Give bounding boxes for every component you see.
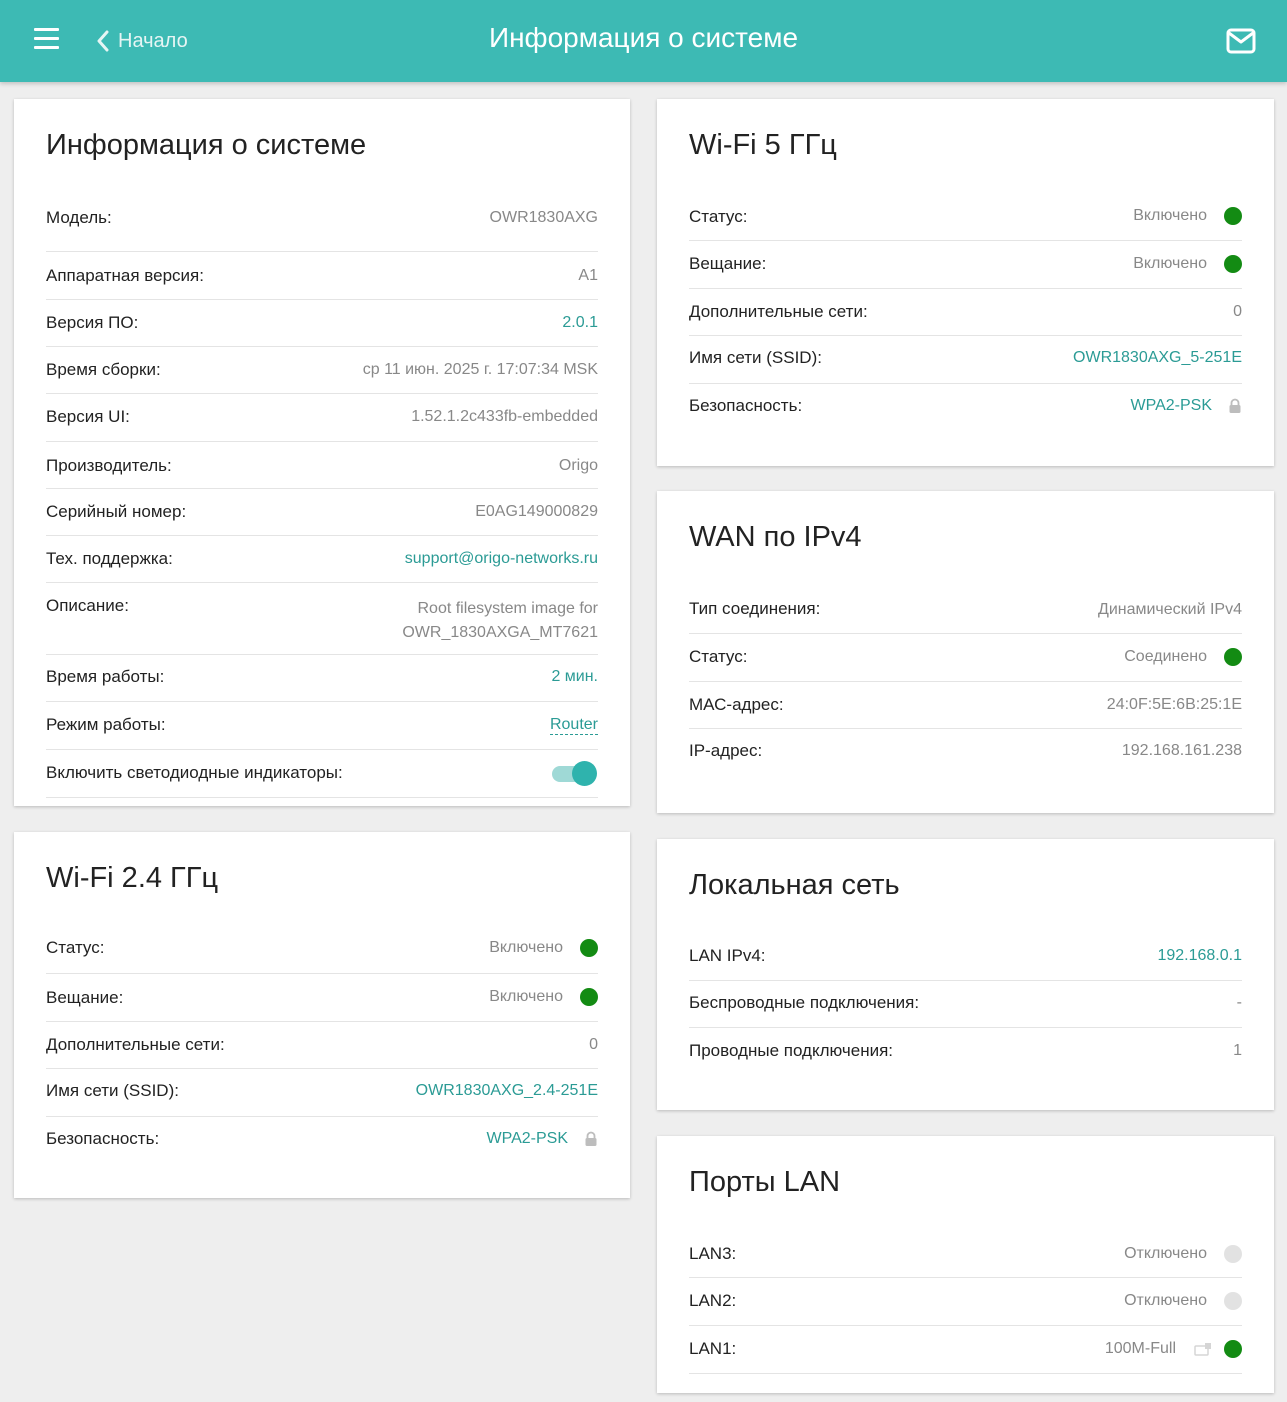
row-wifi24-status: Статус: Включено [46, 938, 598, 974]
row-support: Тех. поддержка: support@origo-networks.r… [46, 536, 598, 583]
page-title: Информация о системе [488, 22, 799, 53]
lock-icon [1229, 398, 1241, 413]
row-hw-version: Аппаратная версия: A1 [46, 252, 598, 300]
support-email-link[interactable]: support@origo-networks.ru [405, 550, 598, 568]
row-description: Описание: Root filesystem image for OWR_… [46, 583, 598, 655]
port-off-indicator [1224, 1245, 1242, 1263]
row-lan-ipv4: LAN IPv4: 192.168.0.1 [689, 945, 1242, 981]
row-lan-wireless: Беспроводные подключения: - [689, 981, 1242, 1028]
row-wan-ip: IP-адрес: 192.168.161.238 [689, 741, 1242, 760]
lan-list: LAN IPv4: 192.168.0.1 Беспроводные подкл… [689, 945, 1242, 1072]
row-serial: Серийный номер: E0AG149000829 [46, 489, 598, 536]
wifi-24-card: Wi-Fi 2.4 ГГц Статус: Включено Вещание: … [14, 832, 630, 1198]
wifi24-security-link[interactable]: WPA2-PSK [487, 1130, 569, 1148]
status-on-indicator [580, 939, 598, 957]
ethernet-port-icon [1194, 1343, 1211, 1356]
broadcast-on-indicator [580, 988, 598, 1006]
connected-indicator [1224, 648, 1242, 666]
port-on-indicator [1224, 1340, 1242, 1358]
card-title: Порты LAN [689, 1166, 841, 1198]
row-lan-wired: Проводные подключения: 1 [689, 1041, 1242, 1060]
mail-icon[interactable] [1226, 28, 1256, 54]
row-wifi5-broadcast: Вещание: Включено [689, 241, 1242, 289]
row-wifi5-status: Статус: Включено [689, 205, 1242, 241]
broadcast-on-indicator [1224, 255, 1242, 273]
firmware-version-link[interactable]: 2.0.1 [562, 314, 598, 332]
row-port-lan2: LAN2: Отключено [689, 1278, 1242, 1326]
card-title: Локальная сеть [689, 869, 900, 901]
lan-card: Локальная сеть LAN IPv4: 192.168.0.1 Бес… [657, 839, 1274, 1110]
port-off-indicator [1224, 1292, 1242, 1310]
row-port-lan3: LAN3: Отключено [689, 1242, 1242, 1278]
wan-card: WAN по IPv4 Тип соединения: Динамический… [657, 491, 1274, 813]
row-wifi24-broadcast: Вещание: Включено [46, 974, 598, 1022]
operation-mode-link[interactable]: Router [549, 716, 598, 735]
row-wan-type: Тип соединения: Динамический IPv4 [689, 599, 1242, 634]
row-wan-status: Статус: Соединено [689, 634, 1242, 682]
lock-icon [585, 1131, 597, 1146]
card-title: WAN по IPv4 [689, 521, 862, 553]
row-manufacturer: Производитель: Origo [46, 442, 598, 489]
row-build-time: Время сборки: ср 11 июн. 2025 г. 17:07:3… [46, 347, 598, 394]
row-wifi24-ssid: Имя сети (SSID): OWR1830AXG_2.4-251E [46, 1069, 598, 1117]
system-info-card: Информация о системе Модель: OWR1830AXG … [14, 99, 630, 806]
top-bar: Начало Информация о системе [0, 0, 1287, 82]
system-info-list: Модель: OWR1830AXG Аппаратная версия: A1… [46, 205, 598, 798]
led-indicators-toggle[interactable] [552, 760, 598, 786]
row-wifi5-security: Безопасность: WPA2-PSK [689, 384, 1242, 428]
card-title: Wi-Fi 2.4 ГГц [46, 862, 219, 894]
row-fw-version: Версия ПО: 2.0.1 [46, 300, 598, 347]
wan-list: Тип соединения: Динамический IPv4 Статус… [689, 599, 1242, 773]
row-mode: Режим работы: Router [46, 702, 598, 750]
wifi24-ssid-link[interactable]: OWR1830AXG_2.4-251E [416, 1082, 598, 1100]
lan-ports-card: Порты LAN LAN3: Отключено LAN2: Отключен… [657, 1136, 1274, 1393]
row-wifi5-ssid: Имя сети (SSID): OWR1830AXG_5-251E [689, 336, 1242, 384]
row-uptime: Время работы: 2 мин. [46, 655, 598, 702]
row-leds: Включить светодиодные индикаторы: [46, 750, 598, 798]
row-port-lan1: LAN1: 100M-Full [689, 1326, 1242, 1374]
row-ui-version: Версия UI: 1.52.1.2c433fb-embedded [46, 394, 598, 442]
lan-ports-list: LAN3: Отключено LAN2: Отключено LAN1: 10… [689, 1242, 1242, 1374]
wifi-5-list: Статус: Включено Вещание: Включено Допол… [689, 205, 1242, 428]
status-on-indicator [1224, 207, 1242, 225]
wifi5-security-link[interactable]: WPA2-PSK [1131, 397, 1213, 415]
lan-ipv4-link[interactable]: 192.168.0.1 [1157, 947, 1242, 965]
row-wifi5-extra: Дополнительные сети: 0 [689, 289, 1242, 336]
card-title: Информация о системе [46, 129, 367, 161]
row-model: Модель: OWR1830AXG [46, 205, 598, 252]
wifi-24-list: Статус: Включено Вещание: Включено Допол… [46, 938, 598, 1161]
row-wifi24-security: Безопасность: WPA2-PSK [46, 1117, 598, 1161]
card-title: Wi-Fi 5 ГГц [689, 129, 837, 161]
wifi5-ssid-link[interactable]: OWR1830AXG_5-251E [1073, 349, 1242, 367]
row-wan-mac: МАС-адрес: 24:0F:5E:6B:25:1E [689, 682, 1242, 729]
row-wifi24-extra: Дополнительные сети: 0 [46, 1022, 598, 1069]
wifi-5-card: Wi-Fi 5 ГГц Статус: Включено Вещание: Вк… [657, 99, 1274, 466]
